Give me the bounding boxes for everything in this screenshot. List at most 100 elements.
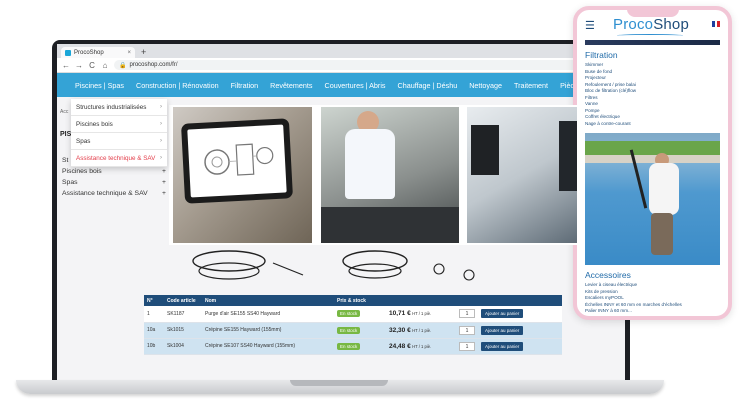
- nav-item-couvertures[interactable]: Couvertures | Abris: [325, 81, 386, 90]
- chevron-right-icon: ›: [160, 104, 162, 110]
- col-header-code: Code article: [164, 295, 202, 306]
- nav-item-filtration[interactable]: Filtration: [231, 81, 259, 90]
- site-logo[interactable]: ProcoShop: [613, 16, 689, 33]
- chevron-right-icon: ›: [160, 121, 162, 127]
- parts-exploded-diagram: [192, 250, 475, 281]
- technician-body: [345, 129, 395, 199]
- dropdown-item-piscines-bois[interactable]: Piscines bois ›: [71, 116, 167, 133]
- dropdown-item-assistance[interactable]: Assistance technique & SAV ›: [71, 150, 167, 167]
- nav-item-chauffage[interactable]: Chauffage | Déshu: [398, 81, 458, 90]
- pool-lawn: [585, 141, 720, 155]
- col-header-price-stock: Prix & stock: [334, 295, 386, 306]
- dropdown-item-spas[interactable]: Spas ›: [71, 133, 167, 150]
- col-header-name: Nom: [202, 295, 320, 306]
- french-flag-icon[interactable]: [712, 21, 721, 27]
- col-header-blank: [320, 295, 334, 306]
- sidebar-item[interactable]: Piscines bois +: [62, 166, 166, 177]
- photo-support-office[interactable]: [467, 107, 577, 243]
- table-row: 1 SK1187 Purge d'air SE155 SS40 Hayward …: [144, 306, 562, 323]
- sidebar-item[interactable]: Assistance technique & SAV +: [62, 188, 166, 199]
- photo-technician[interactable]: [321, 107, 459, 243]
- price-value: 32,30 €: [389, 326, 411, 334]
- filtration-link-list: Skimmer Buse de fond Projecteur Refoulem…: [577, 62, 728, 127]
- lock-icon: 🔒: [119, 62, 127, 69]
- cell-name[interactable]: Crépine SE155 Hayward (155mm): [202, 322, 320, 339]
- close-tab-icon[interactable]: ×: [127, 50, 131, 56]
- quantity-input[interactable]: 1: [459, 309, 475, 319]
- dropdown-item-label: Structures industrialisées: [76, 103, 147, 111]
- price-unit: HT / 1 piè.: [412, 327, 432, 333]
- logo-text-a: Proco: [613, 16, 654, 33]
- plus-icon: +: [162, 168, 166, 175]
- section-title-accessoires[interactable]: Accessoires: [577, 265, 728, 282]
- col-header-num: N°: [144, 295, 164, 306]
- laptop-screen: ProcoShop × + ← → C ⌂ 🔒 procoshop.com/fr…: [52, 40, 630, 382]
- quantity-input[interactable]: 1: [459, 325, 475, 335]
- cell-code[interactable]: SK1187: [164, 306, 202, 323]
- plus-icon: +: [162, 179, 166, 186]
- price-value: 10,71 €: [389, 310, 411, 318]
- cell-name[interactable]: Purge d'air SE155 SS40 Hayward: [202, 306, 320, 323]
- price-value: 24,48 €: [389, 342, 411, 350]
- mockup-stage: ProcoShop × + ← → C ⌂ 🔒 procoshop.com/fr…: [0, 0, 750, 402]
- nav-item-construction[interactable]: Construction | Rénovation: [136, 81, 219, 90]
- browser-tabbar: ProcoShop × +: [57, 44, 625, 58]
- home-icon[interactable]: ⌂: [101, 61, 109, 70]
- cell-num: 10b: [144, 338, 164, 355]
- dropdown-item-structures[interactable]: Structures industrialisées ›: [71, 99, 167, 116]
- phone-notch: [627, 10, 679, 17]
- nav-item-revetements[interactable]: Revêtements: [270, 81, 312, 90]
- stock-badge: En stock: [337, 310, 361, 318]
- favicon-icon: [65, 49, 71, 56]
- cell-code[interactable]: Sk1004: [164, 338, 202, 355]
- cell-code[interactable]: Sk1015: [164, 322, 202, 339]
- cell-name[interactable]: Crépine SE107 SS40 Hayward (155mm): [202, 338, 320, 355]
- tablet-screen: [187, 124, 287, 198]
- sidebar-heading: PIS: [60, 131, 72, 138]
- monitor-image: [471, 125, 499, 175]
- table-row: 10a Sk1015 Crépine SE155 Hayward (155mm)…: [144, 322, 562, 339]
- url-text: procoshop.com/fr/: [129, 62, 178, 68]
- chevron-right-icon: ›: [160, 138, 162, 144]
- sidebar-item-label: Spas: [62, 179, 78, 186]
- spare-parts-table: N° Code article Nom Prix & stock 1 SK118…: [144, 295, 562, 355]
- support-agent-image: [559, 121, 577, 191]
- hamburger-menu-icon[interactable]: ☰: [585, 19, 595, 32]
- col-header-action: [478, 295, 562, 306]
- browser-tab[interactable]: ProcoShop ×: [61, 47, 135, 58]
- add-to-cart-button[interactable]: Ajouter au panier: [481, 341, 524, 351]
- logo-swoosh-icon: [617, 34, 683, 37]
- nav-item-piscines[interactable]: Piscines | Spas: [75, 81, 124, 90]
- sidebar-item-label: Assistance technique & SAV: [62, 190, 148, 197]
- reload-icon[interactable]: C: [88, 61, 96, 70]
- add-to-cart-button[interactable]: Ajouter au panier: [481, 309, 524, 319]
- nav-item-nettoyage[interactable]: Nettoyage: [469, 81, 502, 90]
- pool-coping: [585, 155, 720, 163]
- add-to-cart-button[interactable]: Ajouter au panier: [481, 325, 524, 335]
- phone-mockup: ☰ ProcoShop Filtration Skimmer Buse de f…: [573, 6, 732, 320]
- price-unit: HT / 1 piè.: [412, 311, 432, 317]
- forward-icon[interactable]: →: [75, 61, 83, 70]
- sidebar-item[interactable]: Spas +: [62, 177, 166, 188]
- dropdown-item-label: Assistance technique & SAV: [76, 154, 156, 162]
- dropdown-item-label: Piscines bois: [76, 120, 113, 128]
- new-tab-button[interactable]: +: [141, 47, 146, 58]
- category-link[interactable]: Palier INNY à 60 mm...: [585, 308, 720, 315]
- nav-item-traitement[interactable]: Traitement: [514, 81, 548, 90]
- quantity-input[interactable]: 1: [459, 341, 475, 351]
- stock-badge: En stock: [337, 326, 361, 334]
- section-title-filtration[interactable]: Filtration: [577, 45, 728, 62]
- site-main-nav: Piscines | Spas Construction | Rénovatio…: [57, 73, 625, 97]
- breadcrumb[interactable]: Acc: [60, 109, 68, 115]
- category-link[interactable]: Nage à contre-courant: [585, 121, 720, 128]
- url-input[interactable]: 🔒 procoshop.com/fr/: [114, 60, 620, 70]
- plus-icon: +: [162, 190, 166, 197]
- exploded-diagram-icon: [204, 143, 274, 176]
- cell-num: 10a: [144, 322, 164, 339]
- photo-tablet-diagram[interactable]: [173, 107, 312, 243]
- col-header-price: [386, 295, 456, 306]
- pool-cleaning-photo[interactable]: [585, 133, 720, 265]
- price-unit: HT / 1 piè.: [412, 343, 432, 349]
- back-icon[interactable]: ←: [62, 61, 70, 70]
- tab-title: ProcoShop: [74, 49, 104, 56]
